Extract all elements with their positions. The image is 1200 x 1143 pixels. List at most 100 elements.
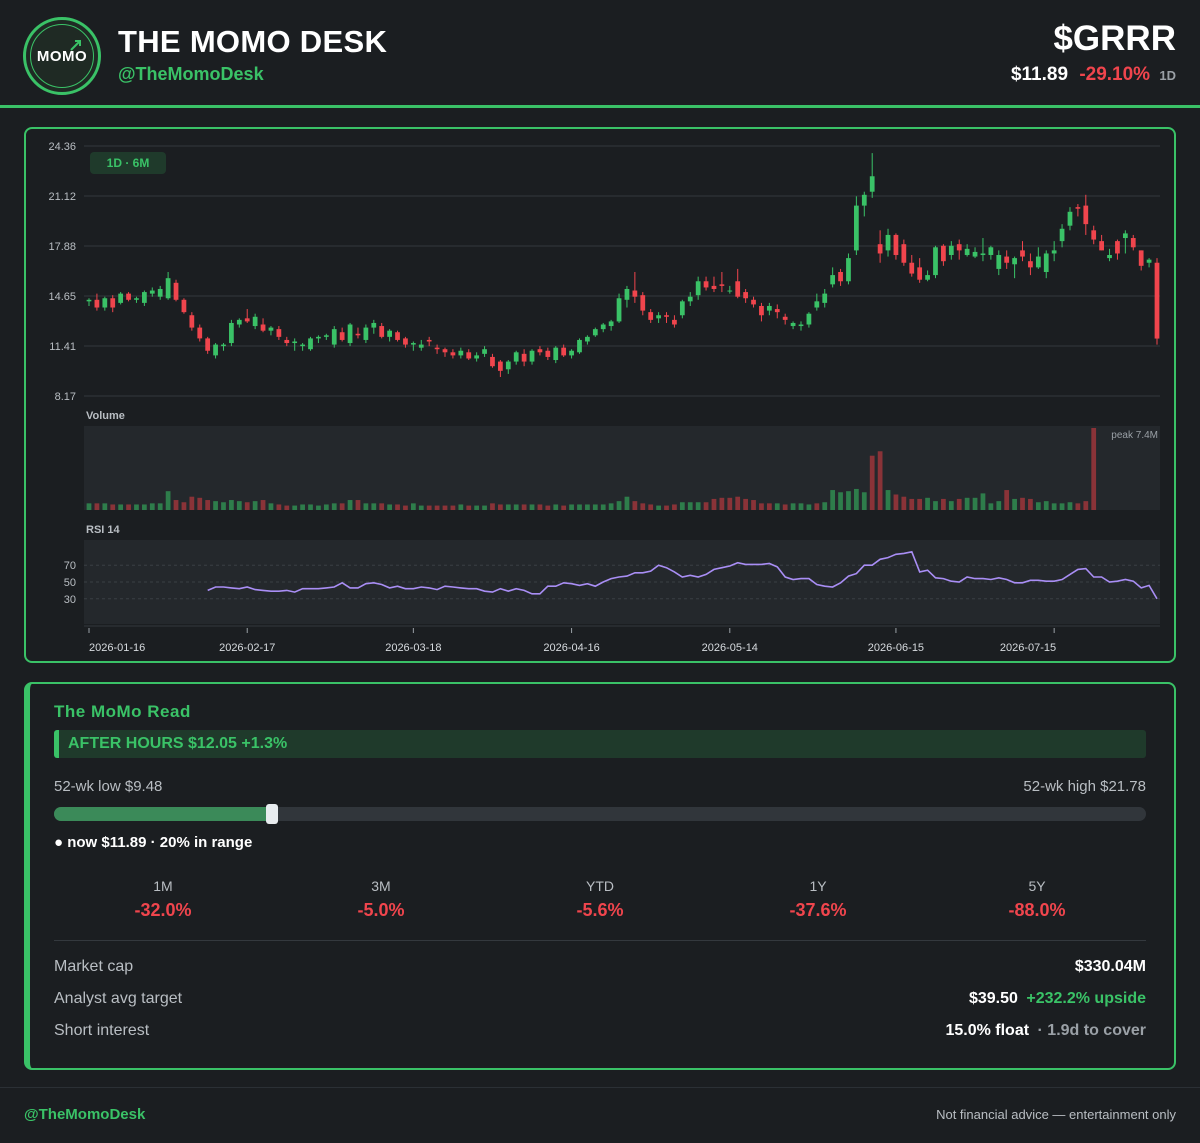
- candle-body: [703, 281, 709, 288]
- candle-body: [608, 321, 614, 327]
- candle-body: [505, 361, 511, 370]
- candle-body: [885, 234, 891, 251]
- price-quote: $11.89 -29.10% 1D: [1011, 64, 1176, 86]
- candle-body: [592, 329, 598, 336]
- volume-bar: [830, 490, 836, 510]
- volume-bar: [276, 504, 282, 510]
- candle-body: [1107, 255, 1112, 259]
- perf-label: YTD: [586, 878, 614, 894]
- brand-handle[interactable]: @TheMomoDesk: [118, 64, 264, 85]
- volume-bar: [996, 501, 1002, 510]
- volume-bar: [893, 494, 899, 510]
- volume-bar: [790, 503, 796, 510]
- volume-bar: [585, 504, 590, 510]
- candle-body: [244, 318, 250, 322]
- candle-body: [363, 327, 369, 340]
- price-tick-label: 14.65: [48, 291, 76, 303]
- candle-body: [901, 244, 907, 263]
- candle-body: [1028, 261, 1033, 268]
- candle-body: [846, 258, 851, 282]
- volume-bar: [371, 503, 377, 510]
- candle-body: [972, 251, 978, 257]
- candle-body: [727, 290, 733, 292]
- volume-bar: [751, 500, 756, 510]
- x-tick-label: 2026-01-16: [89, 642, 145, 654]
- volume-bar: [300, 504, 305, 510]
- footer-handle[interactable]: @TheMomoDesk: [24, 1106, 145, 1123]
- candle-body: [1138, 250, 1144, 266]
- volume-bar: [1020, 497, 1025, 510]
- volume-bar: [363, 503, 369, 510]
- volume-bar: [814, 503, 820, 510]
- volume-bar: [600, 504, 606, 510]
- week52-low: 52-wk low $9.48: [54, 778, 163, 795]
- brand-logo: MOMO: [23, 17, 101, 95]
- volume-bar: [577, 504, 582, 510]
- volume-bar: [450, 505, 456, 510]
- candle-body: [569, 350, 574, 356]
- candle-body: [917, 267, 923, 280]
- candle-body: [585, 336, 590, 342]
- price-tick-label: 24.36: [48, 141, 76, 153]
- volume-bar: [743, 498, 748, 510]
- volume-bar: [126, 504, 131, 510]
- candle-body: [790, 322, 796, 327]
- candle-body: [490, 356, 495, 367]
- volume-bar: [956, 498, 962, 510]
- candle-body: [94, 299, 100, 308]
- candle-body: [529, 350, 535, 362]
- market-cap-value: $330.04M: [1074, 958, 1146, 975]
- price-tick-label: 21.12: [48, 191, 76, 203]
- candle-body: [1146, 259, 1152, 263]
- market-cap-label: Market cap: [54, 958, 134, 975]
- volume-pane-bg: [84, 426, 1160, 510]
- volume-bar: [941, 498, 946, 510]
- candle-body: [236, 319, 242, 325]
- perf-value: -5.0%: [357, 900, 405, 920]
- volume-bar: [885, 490, 891, 510]
- volume-bar: [1004, 490, 1010, 510]
- price-tick-label: 17.88: [48, 241, 76, 253]
- candle-body: [347, 324, 353, 344]
- candle-body: [782, 316, 788, 320]
- candle-body: [316, 336, 321, 339]
- volume-bar: [260, 500, 266, 510]
- volume-bar: [679, 502, 685, 510]
- volume-bar: [561, 505, 567, 510]
- candle-body: [197, 327, 203, 339]
- candle-body: [1059, 228, 1065, 242]
- price-chart: 24.36 21.12 17.88 14.65 11.41 8.17 1D · 6M Vo…: [48, 141, 1160, 654]
- volume-bar: [142, 504, 147, 510]
- volume-bar: [869, 455, 875, 510]
- x-tick-label: 2026-04-16: [543, 642, 599, 654]
- candle-body: [189, 315, 195, 328]
- trend-up-arrow-icon: [70, 40, 81, 51]
- candle-body: [165, 278, 171, 299]
- perf-value: -37.6%: [789, 900, 847, 920]
- volume-bar: [134, 504, 139, 510]
- candle-body: [379, 326, 385, 337]
- volume-bar: [442, 505, 448, 510]
- candle-body: [355, 333, 361, 336]
- volume-bar: [537, 504, 543, 510]
- volume-bar: [766, 503, 772, 510]
- candle-body: [672, 319, 677, 325]
- candle-body: [774, 309, 780, 313]
- volume-bar: [624, 496, 630, 510]
- volume-bar: [735, 496, 741, 510]
- candle-body: [1020, 250, 1025, 257]
- volume-bar: [1028, 498, 1033, 510]
- volume-bar: [695, 502, 701, 510]
- volume-bar: [925, 497, 930, 510]
- volume-bar: [806, 504, 812, 510]
- price-tick-label: 8.17: [55, 391, 76, 403]
- perf-value: -32.0%: [134, 900, 192, 920]
- volume-bar: [640, 503, 646, 510]
- analyst-target-label: Analyst avg target: [54, 990, 183, 1007]
- volume-bar: [909, 498, 915, 510]
- volume-bar: [498, 504, 503, 510]
- candle-body: [996, 255, 1002, 269]
- volume-bar: [173, 500, 179, 510]
- candle-body: [806, 313, 812, 325]
- perf-label: 3M: [371, 878, 391, 894]
